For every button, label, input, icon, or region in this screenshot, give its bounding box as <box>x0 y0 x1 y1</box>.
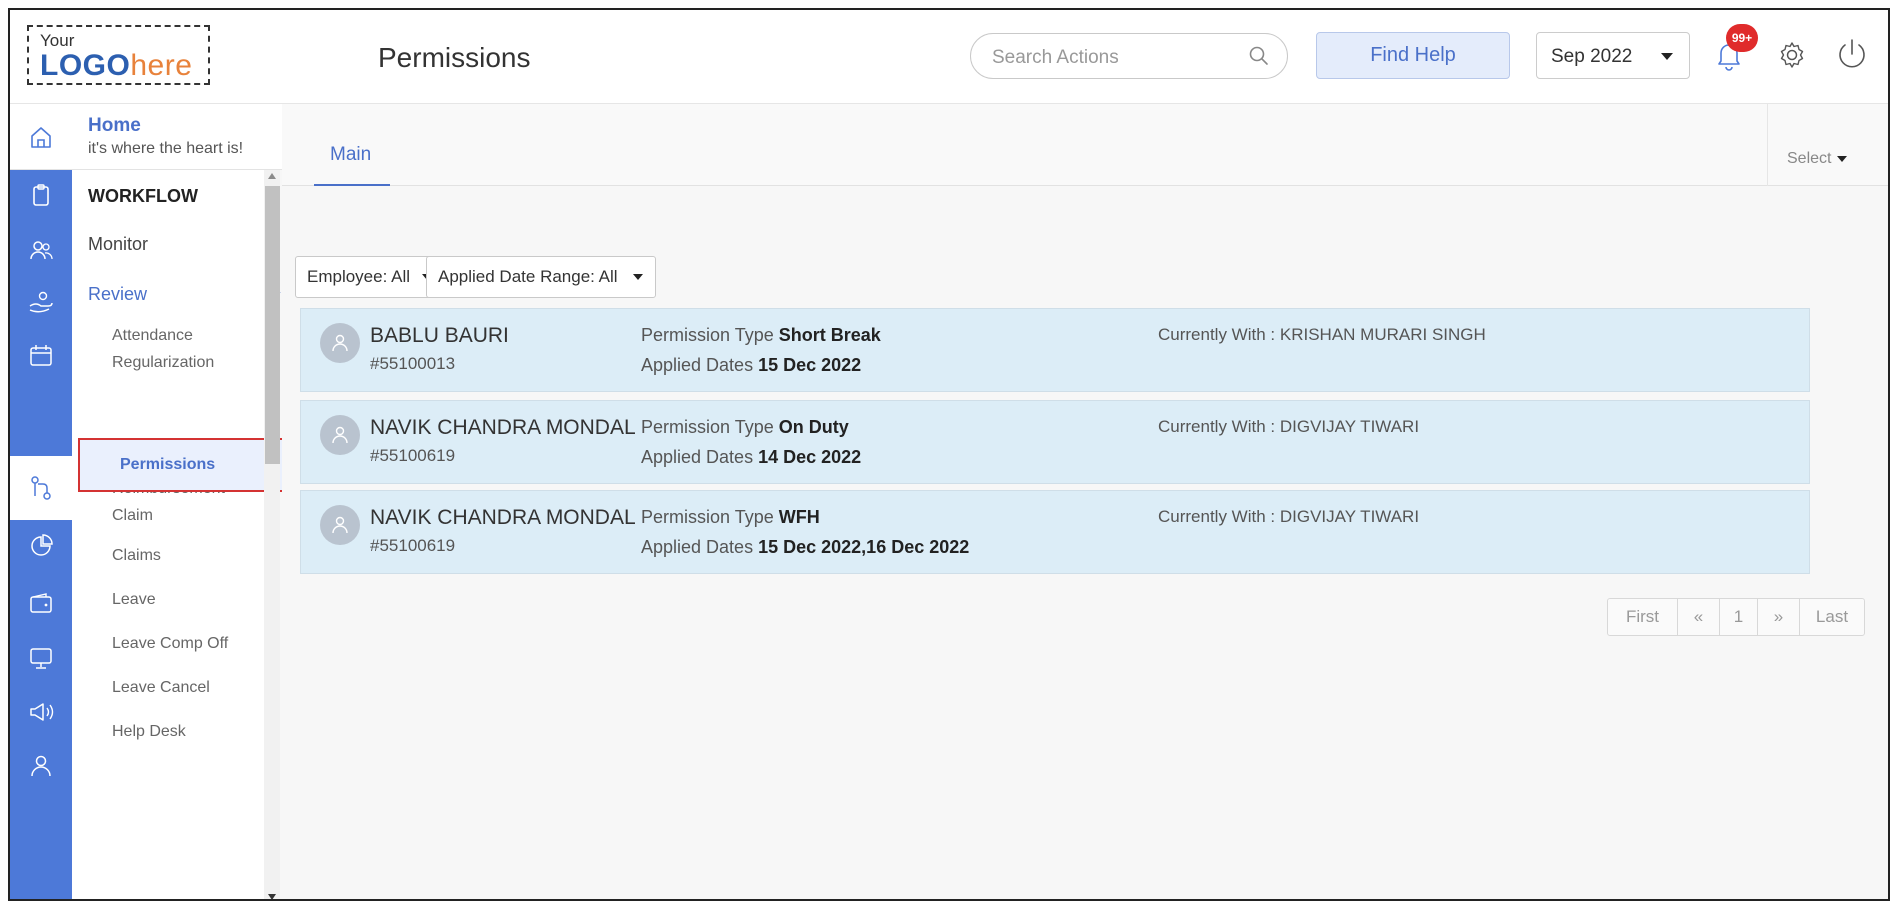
employee-filter[interactable]: Employee: All <box>295 256 445 298</box>
company-logo[interactable]: Your LOGOhere <box>27 25 210 85</box>
wallet-icon[interactable] <box>23 586 59 622</box>
permission-card[interactable]: BABLU BAURI #55100013 Permission Type Sh… <box>300 308 1810 392</box>
menu-scrollbar-thumb[interactable] <box>265 186 280 464</box>
clipboard-icon[interactable] <box>23 178 59 214</box>
caret-down-icon <box>1837 155 1848 162</box>
pager-first-button[interactable]: First <box>1608 599 1678 635</box>
users-icon[interactable] <box>23 232 59 268</box>
notification-badge: 99+ <box>1726 24 1758 52</box>
menu-leave-cancel[interactable]: Leave Cancel <box>112 674 210 701</box>
monitor-icon[interactable] <box>23 640 59 676</box>
tab-main-label: Main <box>330 144 372 165</box>
power-icon[interactable] <box>1833 36 1871 74</box>
icon-rail <box>10 104 72 899</box>
workflow-icon[interactable] <box>23 470 59 506</box>
date-range-filter[interactable]: Applied Date Range: All <box>426 256 656 298</box>
employee-id: #55100013 <box>370 354 456 373</box>
applied-dates: Applied Dates 15 Dec 2022 <box>641 355 862 375</box>
month-value: Sep 2022 <box>1551 46 1633 67</box>
currently-with: Currently With : KRISHAN MURARI SINGH <box>1158 325 1486 344</box>
currently-with: Currently With : DIGVIJAY TIWARI <box>1158 417 1420 436</box>
main-content: Main Select Employee: All Applied Date R… <box>282 104 1888 899</box>
menu-permissions-label: Permissions <box>120 456 216 473</box>
menu-review[interactable]: Review <box>88 284 147 305</box>
applied-dates: Applied Dates 15 Dec 2022,16 Dec 2022 <box>641 537 970 557</box>
menu-leave-comp-off[interactable]: Leave Comp Off <box>112 630 228 657</box>
employee-id: #55100619 <box>370 536 456 555</box>
employee-name: BABLU BAURI <box>370 324 509 347</box>
user-icon[interactable] <box>23 748 59 784</box>
find-help-button[interactable]: Find Help <box>1316 32 1510 79</box>
menu-permissions[interactable]: Permissions <box>78 438 316 492</box>
home-icon[interactable] <box>23 119 59 155</box>
user-avatar-icon <box>332 516 348 534</box>
scroll-down-arrow-icon[interactable] <box>268 894 276 899</box>
applied-dates: Applied Dates 14 Dec 2022 <box>641 447 862 467</box>
pie-chart-icon[interactable] <box>23 528 59 564</box>
employee-name: NAVIK CHANDRA MONDAL <box>370 416 636 439</box>
avatar <box>320 505 360 545</box>
menu-claims[interactable]: Claims <box>112 542 161 569</box>
employee-name: NAVIK CHANDRA MONDAL <box>370 506 636 529</box>
app-window: Your LOGOhere Permissions Search Actions… <box>8 8 1890 901</box>
select-dropdown[interactable]: Select <box>1787 150 1848 168</box>
megaphone-icon[interactable] <box>23 694 59 730</box>
menu-monitor[interactable]: Monitor <box>88 234 148 255</box>
pagination: First « 1 » Last <box>1607 598 1865 636</box>
logo-line-2: LOGOhere <box>40 49 193 82</box>
employee-id: #55100619 <box>370 446 456 465</box>
gear-icon[interactable] <box>1775 38 1809 72</box>
pager-page-1[interactable]: 1 <box>1720 599 1758 635</box>
user-avatar-icon <box>332 426 348 444</box>
caret-down-icon <box>633 274 643 280</box>
search-input[interactable]: Search Actions <box>970 33 1288 79</box>
logo-line-1: Your <box>40 31 75 50</box>
tab-bar: Main Select <box>282 104 1888 186</box>
menu-help-desk[interactable]: Help Desk <box>112 718 186 745</box>
side-menu: WORKFLOW Monitor Review Attendance Regula… <box>72 170 281 899</box>
search-placeholder: Search Actions <box>992 47 1119 68</box>
date-range-filter-label: Applied Date Range: All <box>438 267 618 286</box>
pager-last-button[interactable]: Last <box>1800 599 1864 635</box>
workflow-heading: WORKFLOW <box>88 186 198 206</box>
tab-main[interactable]: Main <box>314 104 390 186</box>
month-select[interactable]: Sep 2022 <box>1536 32 1690 79</box>
top-bar: Your LOGOhere Permissions Search Actions… <box>10 10 1888 104</box>
home-subtitle: it's where the heart is! <box>88 140 244 157</box>
currently-with: Currently With : DIGVIJAY TIWARI <box>1158 507 1420 526</box>
avatar <box>320 415 360 455</box>
page-title: Permissions <box>378 42 531 73</box>
user-avatar-icon <box>332 334 348 352</box>
permission-card[interactable]: NAVIK CHANDRA MONDAL #55100619 Permissio… <box>300 400 1810 484</box>
pager-prev-button[interactable]: « <box>1678 599 1720 635</box>
permission-type: Permission Type On Duty <box>641 417 849 437</box>
permission-type: Permission Type Short Break <box>641 325 881 345</box>
calendar-icon[interactable] <box>23 338 59 374</box>
employee-filter-label: Employee: All <box>307 267 410 286</box>
scroll-up-arrow-icon[interactable] <box>268 173 276 179</box>
pager-next-button[interactable]: » <box>1758 599 1800 635</box>
permission-type: Permission Type WFH <box>641 507 820 527</box>
permission-card[interactable]: NAVIK CHANDRA MONDAL #55100619 Permissio… <box>300 490 1810 574</box>
hand-icon[interactable] <box>23 284 59 320</box>
menu-attendance-regularization[interactable]: Attendance Regularization <box>112 322 214 376</box>
menu-leave[interactable]: Leave <box>112 586 156 613</box>
caret-down-icon <box>1661 53 1673 60</box>
tab-divider <box>1767 104 1768 186</box>
search-icon[interactable] <box>1248 45 1270 67</box>
avatar <box>320 323 360 363</box>
home-title: Home <box>88 115 141 136</box>
